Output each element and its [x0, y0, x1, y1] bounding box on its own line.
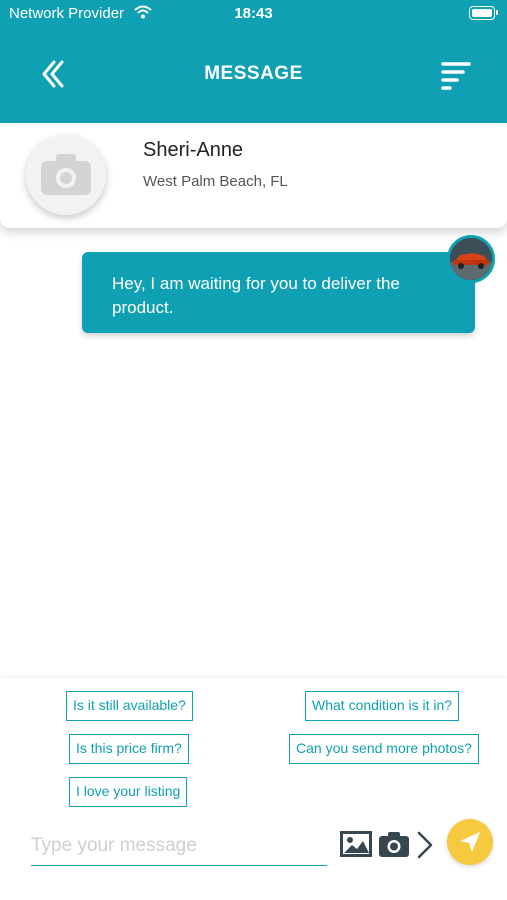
message-input[interactable] [31, 826, 327, 866]
status-bar: Network Provider 18:43 [0, 0, 507, 28]
send-icon [460, 832, 480, 852]
contact-card[interactable]: Sheri-Anne West Palm Beach, FL [0, 123, 507, 228]
battery-icon [469, 6, 498, 20]
contact-avatar[interactable] [26, 135, 106, 215]
quick-reply-chip[interactable]: I love your listing [69, 777, 188, 807]
camera-button[interactable] [378, 830, 410, 863]
send-button[interactable] [447, 819, 493, 865]
quick-reply-chip[interactable]: Is this price firm? [69, 734, 189, 764]
contact-location: West Palm Beach, FL [143, 173, 288, 190]
image-icon [340, 831, 372, 857]
page-title: MESSAGE [204, 63, 303, 84]
quick-reply-chip[interactable]: What condition is it in? [305, 691, 460, 721]
expand-button[interactable] [415, 830, 435, 865]
contact-name: Sheri-Anne [143, 139, 244, 161]
quick-reply-chip[interactable]: Is it still available? [66, 691, 193, 721]
gallery-button[interactable] [340, 831, 372, 862]
car-photo-icon [450, 238, 492, 280]
status-time: 18:43 [234, 5, 273, 22]
filter-lines-icon [441, 62, 471, 90]
quick-reply-chip[interactable]: Can you send more photos? [289, 734, 479, 764]
sender-avatar [447, 235, 495, 283]
filter-menu-button[interactable] [439, 58, 473, 92]
camera-placeholder-icon [41, 154, 91, 195]
chevron-right-icon [417, 831, 433, 859]
camera-icon [379, 832, 409, 857]
header-bar: Network Provider 18:43 MESSAGE [0, 0, 507, 123]
message-bubble: Hey, I am waiting for you to deliver the… [82, 252, 475, 333]
